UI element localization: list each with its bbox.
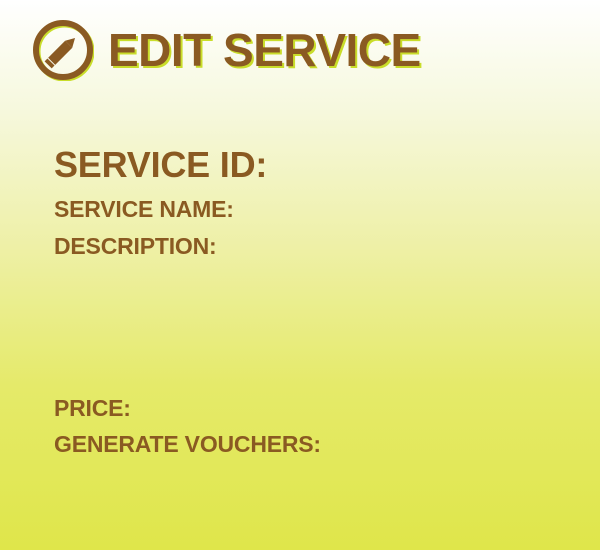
- service-id-label: SERVICE ID:: [54, 144, 268, 185]
- generate-vouchers-label: GENERATE VOUCHERS:: [54, 431, 321, 457]
- service-name-label: SERVICE NAME:: [54, 196, 234, 222]
- description-label: DESCRIPTION:: [54, 233, 217, 259]
- edit-service-form: SERVICE ID: SERVICE NAME: DESCRIPTION: P…: [54, 0, 574, 550]
- price-label: PRICE:: [54, 395, 131, 421]
